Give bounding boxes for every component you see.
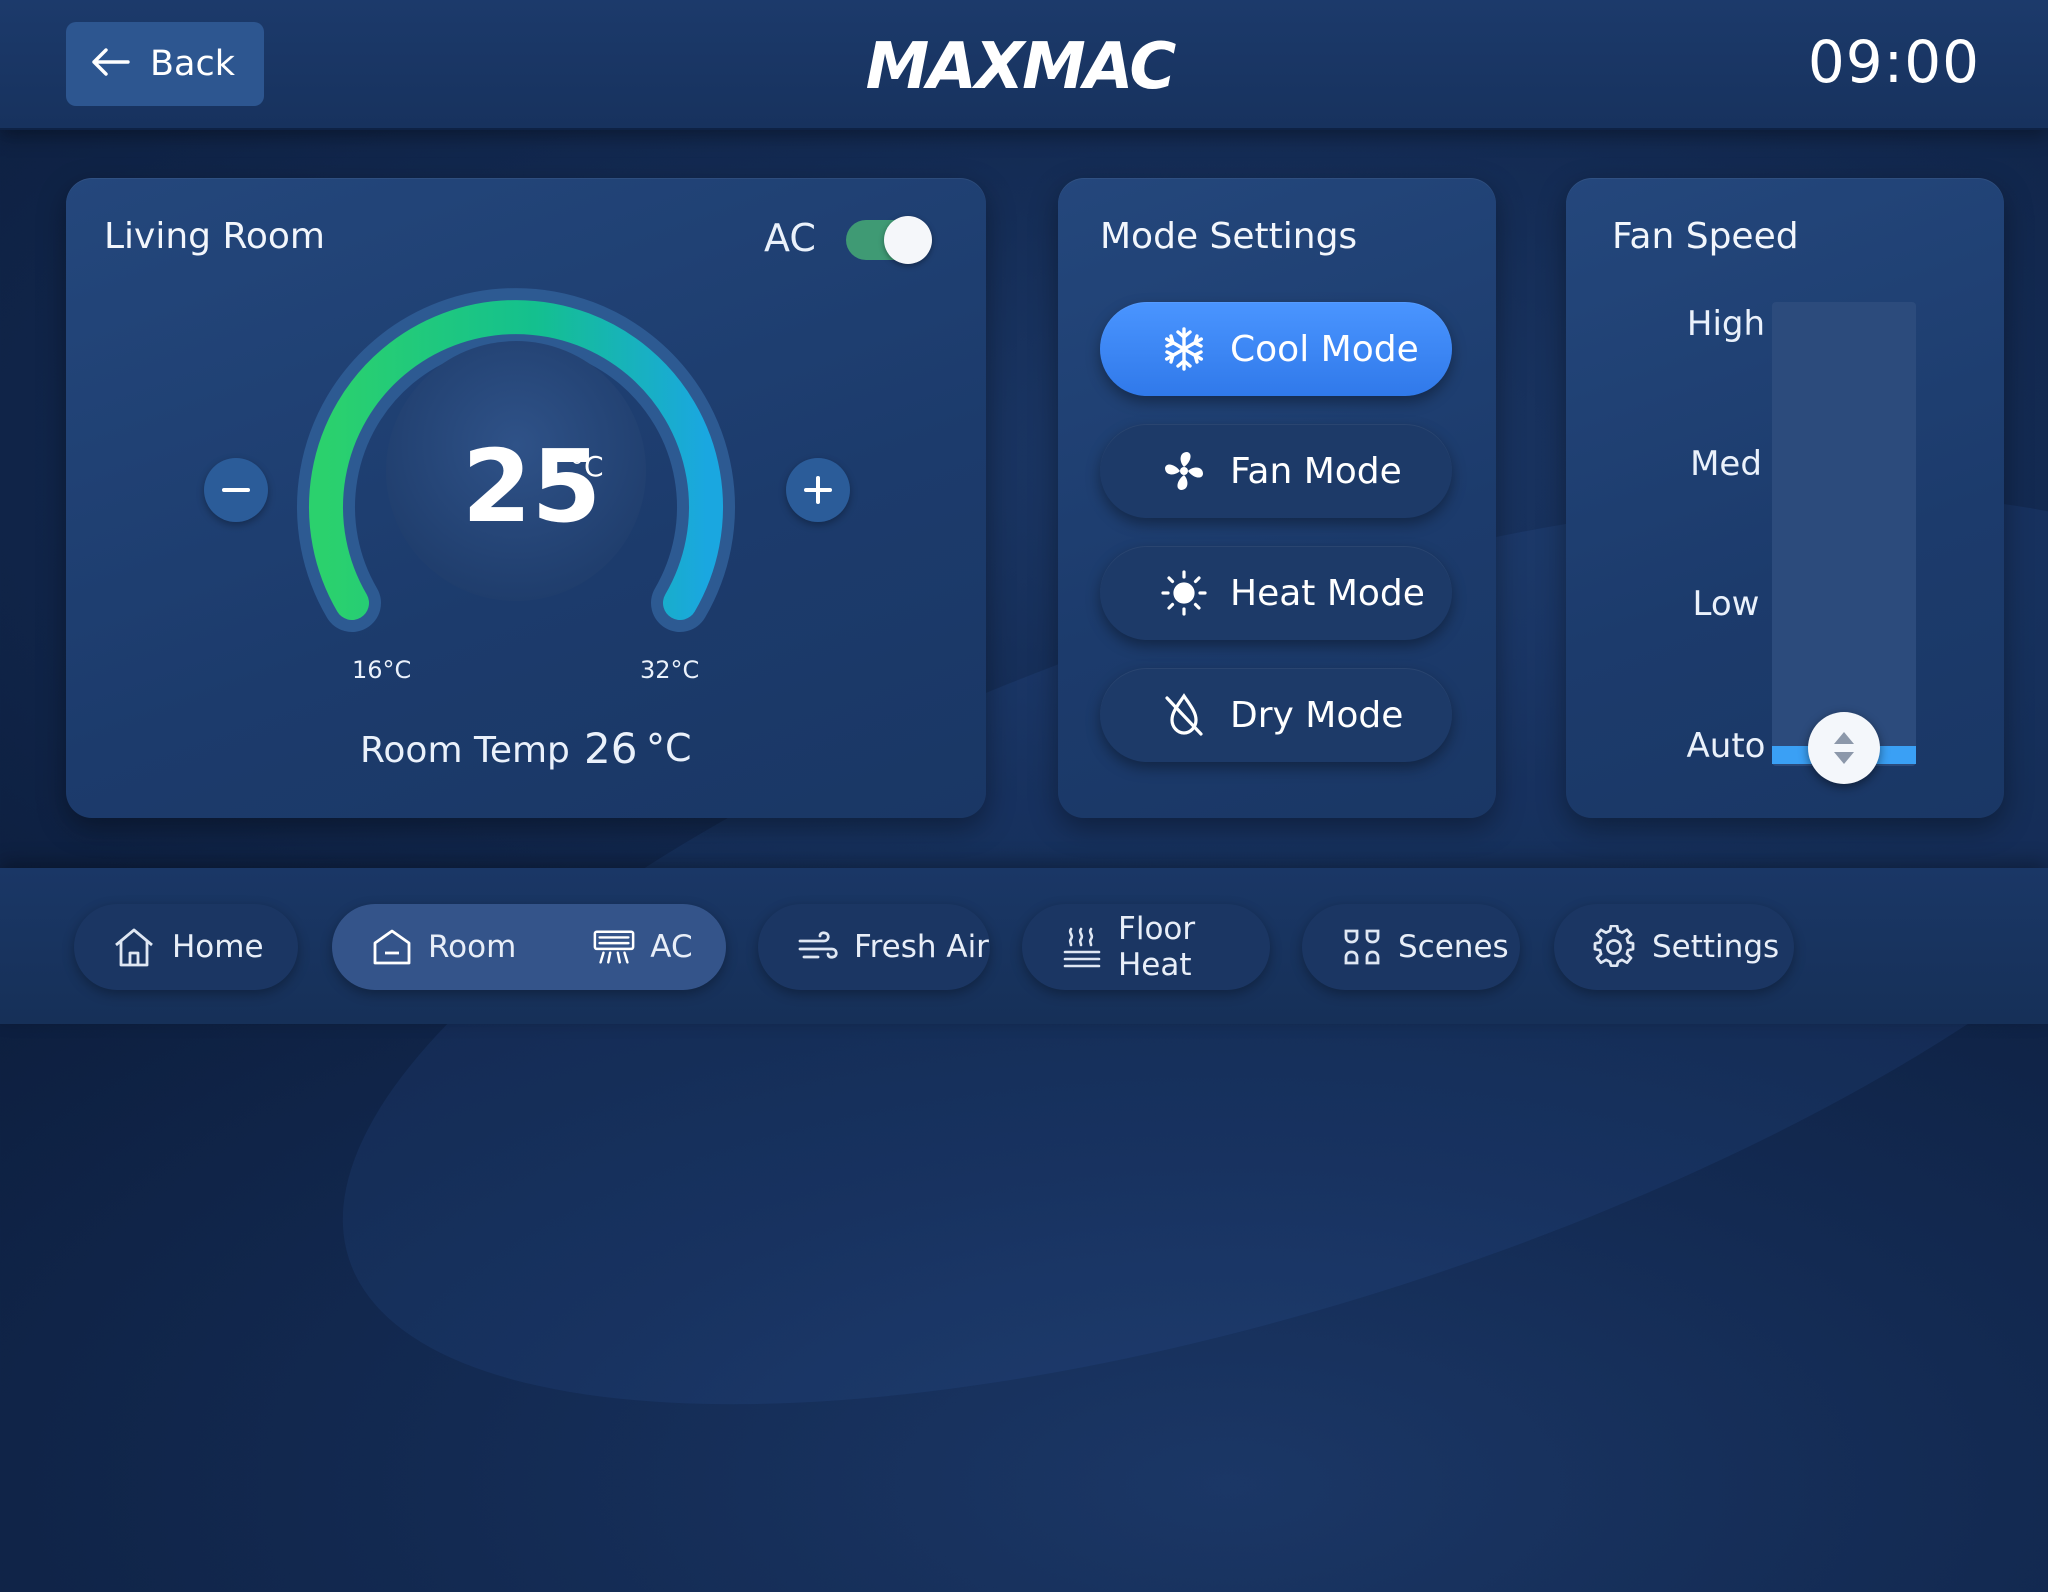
min-temperature-label: 16°C (352, 656, 412, 684)
fan-speed-slider-thumb[interactable] (1808, 712, 1880, 784)
back-button[interactable]: Back (66, 22, 264, 106)
floor-heat-icon (1060, 925, 1104, 969)
fan-icon (1160, 447, 1208, 495)
ac-toggle-label: AC (764, 216, 816, 260)
room-temp-value: 26 (584, 724, 638, 773)
gear-icon (1592, 925, 1636, 969)
max-temperature-label: 32°C (640, 656, 700, 684)
set-temperature-value: 25 (462, 428, 602, 545)
snowflake-icon (1160, 325, 1208, 373)
dry-mode-button[interactable]: Dry Mode (1100, 668, 1452, 762)
fan-speed-panel: Fan Speed High Med Low Auto (1566, 178, 2004, 818)
scenes-icon (1340, 925, 1384, 969)
sun-icon (1160, 569, 1208, 617)
brand-logo: MAXMAC (850, 26, 1190, 104)
nav-scenes-label: Scenes (1398, 929, 1509, 965)
air-conditioner-icon (592, 925, 636, 969)
set-temperature-unit: °C (570, 450, 604, 483)
nav-settings[interactable]: Settings (1554, 904, 1794, 990)
fan-speed-title: Fan Speed (1612, 216, 1799, 257)
nav-home-label: Home (172, 929, 264, 965)
heat-mode-button[interactable]: Heat Mode (1100, 546, 1452, 640)
minus-icon (222, 488, 250, 492)
nav-scenes[interactable]: Scenes (1302, 904, 1520, 990)
dry-drop-icon (1160, 691, 1208, 739)
top-header: Back MAXMAC 09:00 (0, 0, 2048, 130)
mode-settings-title: Mode Settings (1100, 216, 1358, 257)
ac-power-toggle[interactable] (846, 216, 932, 264)
room-temp-label: Room Temp (360, 730, 570, 771)
home-icon (112, 925, 156, 969)
nav-ac-label: AC (650, 929, 693, 965)
room-temp-unit: °C (646, 726, 692, 770)
heat-mode-label: Heat Mode (1230, 572, 1425, 614)
increase-temp-button[interactable] (786, 458, 850, 522)
plus-icon (804, 476, 832, 504)
toggle-knob (884, 216, 932, 264)
nav-room-ac[interactable]: Room AC (332, 904, 726, 990)
up-down-arrows-icon (1834, 732, 1854, 764)
cool-mode-button[interactable]: Cool Mode (1100, 302, 1452, 396)
brand-text: MAXMAC (866, 30, 1177, 100)
wind-icon (796, 925, 840, 969)
bottom-navigation: Home Room AC Fresh Air Floor Heat Scenes… (0, 868, 2048, 1024)
nav-floor-heat[interactable]: Floor Heat (1022, 904, 1270, 990)
arrow-left-icon (90, 47, 130, 81)
nav-floor-heat-label: Floor Heat (1118, 911, 1196, 983)
nav-fresh-air-label: Fresh Air (854, 929, 989, 965)
decrease-temp-button[interactable] (204, 458, 268, 522)
nav-home[interactable]: Home (74, 904, 298, 990)
clock: 09:00 (1807, 28, 1980, 96)
fan-mode-label: Fan Mode (1230, 450, 1402, 492)
fan-mode-button[interactable]: Fan Mode (1100, 424, 1452, 518)
cool-mode-label: Cool Mode (1230, 328, 1419, 370)
room-title: Living Room (104, 216, 325, 257)
room-panel: Living Room AC 25 °C 16°C 32°C Room Temp… (66, 178, 986, 818)
nav-fresh-air[interactable]: Fresh Air (758, 904, 990, 990)
room-icon (370, 925, 414, 969)
back-button-label: Back (150, 44, 235, 84)
mode-settings-panel: Mode Settings Cool Mode Fan Mode Heat Mo… (1058, 178, 1496, 818)
nav-settings-label: Settings (1652, 929, 1780, 965)
fan-speed-slider-track[interactable] (1772, 302, 1916, 766)
dry-mode-label: Dry Mode (1230, 694, 1404, 736)
nav-room-label: Room (428, 929, 517, 965)
